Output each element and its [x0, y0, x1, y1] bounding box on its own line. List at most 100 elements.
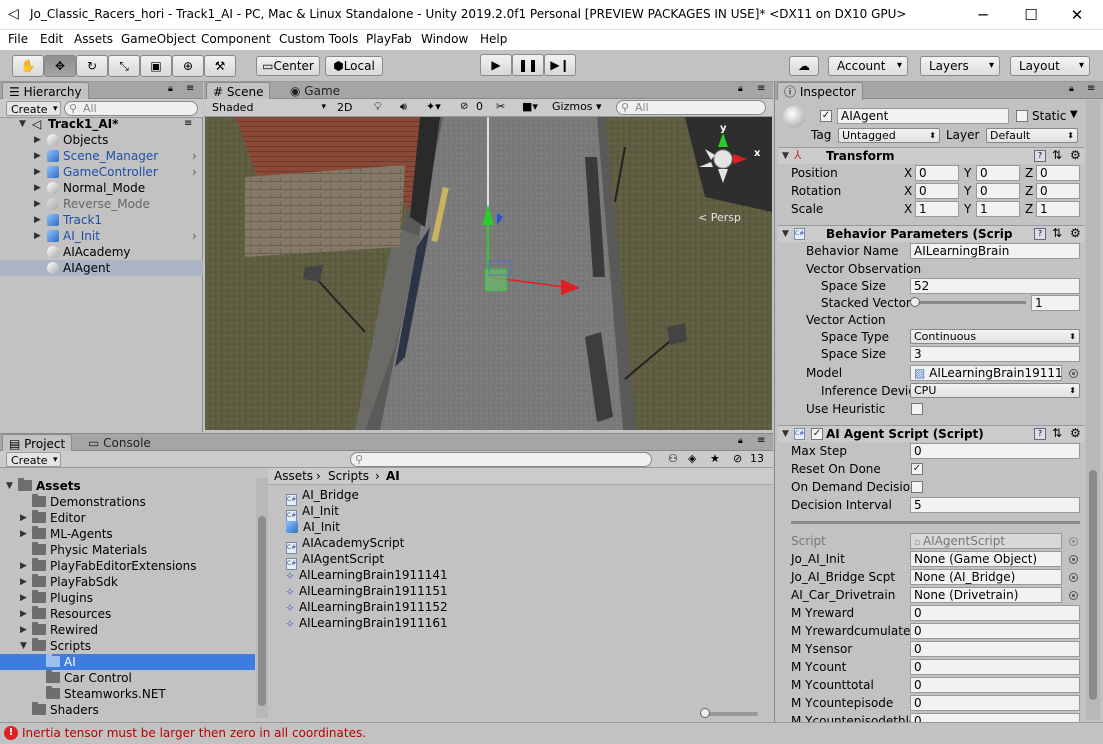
- filter-type-icon[interactable]: ⚇: [668, 452, 678, 465]
- hierarchy-item-objects[interactable]: ▶ Objects: [0, 132, 203, 148]
- hierarchy-item-scene-manager[interactable]: ▶ Scene_Manager ›: [0, 148, 203, 164]
- object-picker-icon[interactable]: [1069, 573, 1078, 582]
- tree-item-car-control[interactable]: Car Control: [0, 670, 255, 686]
- lock-icon[interactable]: 🔒︎: [738, 436, 743, 446]
- tree-item-ml-agents[interactable]: ▶ ML-Agents: [0, 526, 255, 542]
- scale-y-field[interactable]: 1: [976, 201, 1020, 217]
- tree-item-scripts[interactable]: ▼ Scripts: [0, 638, 255, 654]
- tree-item-editor[interactable]: ▶ Editor: [0, 510, 255, 526]
- panel-menu-icon[interactable]: ≡: [186, 83, 194, 94]
- menu-component[interactable]: Component: [201, 32, 271, 46]
- gizmos-dropdown[interactable]: Gizmos ▾: [552, 100, 602, 113]
- layers-dropdown[interactable]: Layers: [920, 56, 1000, 76]
- hierarchy-item-gamecontroller[interactable]: ▶ GameController ›: [0, 164, 203, 180]
- tree-item-shaders[interactable]: Shaders: [0, 702, 255, 718]
- static-checkbox[interactable]: [1016, 110, 1028, 122]
- file-item[interactable]: AI_Init: [286, 519, 340, 535]
- jo-ai-init-field[interactable]: None (Game Object): [910, 551, 1062, 567]
- position-z-field[interactable]: 0: [1036, 165, 1080, 181]
- active-checkbox[interactable]: ✓: [820, 110, 832, 122]
- m-yrewardcumulated-field[interactable]: 0: [910, 623, 1080, 639]
- tree-item-physic-materials[interactable]: Physic Materials: [0, 542, 255, 558]
- project-create-button[interactable]: Create: [6, 452, 61, 468]
- mode-2d-button[interactable]: 2D: [337, 101, 352, 114]
- lock-icon[interactable]: 🔒︎: [168, 84, 173, 94]
- scene-viewport[interactable]: y x < Persp: [205, 117, 772, 430]
- audio-icon[interactable]: 🔊︎: [400, 100, 407, 114]
- preset-icon[interactable]: ⇅: [1052, 148, 1062, 162]
- cloud-icon[interactable]: ☁: [789, 56, 819, 76]
- file-item[interactable]: ⟡ AILearningBrain1911152: [286, 599, 448, 615]
- icon-size-slider[interactable]: [700, 708, 758, 718]
- position-x-field[interactable]: 0: [915, 165, 959, 181]
- tree-item-playfabeditorextensions[interactable]: ▶ PlayFabEditorExtensions: [0, 558, 255, 574]
- camera-icon[interactable]: ■▾: [522, 100, 538, 113]
- filter-label-icon[interactable]: ◈: [688, 452, 696, 465]
- scale-x-field[interactable]: 1: [915, 201, 959, 217]
- file-item[interactable]: C# AI_Init: [286, 503, 339, 522]
- gear-icon[interactable]: ⚙: [1070, 148, 1081, 162]
- tag-dropdown[interactable]: Untagged: [838, 128, 940, 143]
- component-enabled-checkbox[interactable]: ✓: [811, 428, 823, 440]
- lock-icon[interactable]: 🔒︎: [738, 84, 743, 94]
- rotation-x-field[interactable]: 0: [915, 183, 959, 199]
- hierarchy-item-normal-mode[interactable]: ▶ Normal_Mode: [0, 180, 203, 196]
- file-item[interactable]: C# AI_Bridge: [286, 487, 359, 506]
- tree-item-rewired[interactable]: ▶ Rewired: [0, 622, 255, 638]
- hierarchy-search-input[interactable]: ⚲ All: [64, 101, 198, 116]
- scene-search-input[interactable]: ⚲ All: [616, 100, 766, 115]
- persp-label[interactable]: < Persp: [698, 211, 741, 224]
- hierarchy-item-aiacademy[interactable]: AIAcademy: [0, 244, 203, 260]
- hierarchy-item-ai-init[interactable]: ▶ AI_Init ›: [0, 228, 203, 244]
- hidden-objects-icon[interactable]: ⊘: [460, 101, 468, 112]
- m-ysensor-field[interactable]: 0: [910, 641, 1080, 657]
- breadcrumb-ai[interactable]: AI: [386, 468, 400, 485]
- pause-button[interactable]: ❚❚: [512, 54, 544, 76]
- status-bar[interactable]: ! Inertia tensor must be larger then zer…: [0, 722, 1103, 744]
- menu-playfab[interactable]: PlayFab: [366, 32, 412, 46]
- maximize-button[interactable]: ☐: [1008, 2, 1054, 28]
- account-dropdown[interactable]: Account: [828, 56, 908, 76]
- help-icon[interactable]: ?: [1034, 150, 1046, 162]
- on-demand-checkbox[interactable]: [911, 481, 923, 493]
- hidden-packages-icon[interactable]: ⊘: [733, 452, 742, 465]
- transform-header[interactable]: ▼ ⅄ Transform ? ⇅ ⚙: [778, 147, 1084, 164]
- preset-icon[interactable]: ⇅: [1052, 426, 1062, 440]
- menu-window[interactable]: Window: [421, 32, 468, 46]
- panel-menu-icon[interactable]: ≡: [757, 435, 765, 446]
- rotation-y-field[interactable]: 0: [976, 183, 1020, 199]
- lighting-icon[interactable]: 💡︎: [374, 100, 382, 114]
- chevron-right-icon[interactable]: ›: [192, 148, 197, 164]
- effects-icon[interactable]: ✦▾: [426, 100, 441, 113]
- chevron-right-icon[interactable]: ›: [192, 164, 197, 180]
- m-ycountepisodethld-field[interactable]: 0: [910, 713, 1080, 722]
- tools-icon[interactable]: ✂: [496, 100, 505, 113]
- obs-space-size-field[interactable]: 52: [910, 278, 1080, 294]
- help-icon[interactable]: ?: [1034, 428, 1046, 440]
- inspector-scrollbar[interactable]: [1086, 100, 1100, 720]
- layout-dropdown[interactable]: Layout: [1010, 56, 1090, 76]
- preset-icon[interactable]: ⇅: [1052, 226, 1062, 240]
- tree-scrollbar[interactable]: [256, 478, 268, 718]
- file-item[interactable]: C# AIAcademyScript: [286, 535, 404, 554]
- space-type-dropdown[interactable]: Continuous: [910, 329, 1080, 344]
- object-name-field[interactable]: AIAgent: [837, 108, 1009, 124]
- scene-menu-icon[interactable]: ≡: [184, 116, 192, 132]
- help-icon[interactable]: ?: [1034, 228, 1046, 240]
- move-tool-icon[interactable]: ✥: [44, 55, 76, 77]
- shading-mode-dropdown[interactable]: Shaded: [208, 100, 328, 115]
- menu-help[interactable]: Help: [480, 32, 507, 46]
- pivot-local-button[interactable]: ⬢Local: [325, 56, 383, 76]
- ai-car-drivetrain-field[interactable]: None (Drivetrain): [910, 587, 1062, 603]
- tab-game[interactable]: ◉ Game: [284, 82, 346, 100]
- scale-z-field[interactable]: 1: [1036, 201, 1080, 217]
- max-step-field[interactable]: 0: [910, 443, 1080, 459]
- breadcrumb-assets[interactable]: Assets: [274, 468, 313, 485]
- stacked-vectors-slider[interactable]: [910, 297, 1026, 307]
- m-ycountepisode-field[interactable]: 0: [910, 695, 1080, 711]
- jo-ai-bridge-field[interactable]: None (AI_Bridge): [910, 569, 1062, 585]
- tree-item-playfabsdk[interactable]: ▶ PlayFabSdk: [0, 574, 255, 590]
- axis-gizmo[interactable]: y x: [693, 117, 763, 207]
- play-button[interactable]: ▶: [480, 54, 512, 76]
- hierarchy-item-track1[interactable]: ▶ Track1: [0, 212, 203, 228]
